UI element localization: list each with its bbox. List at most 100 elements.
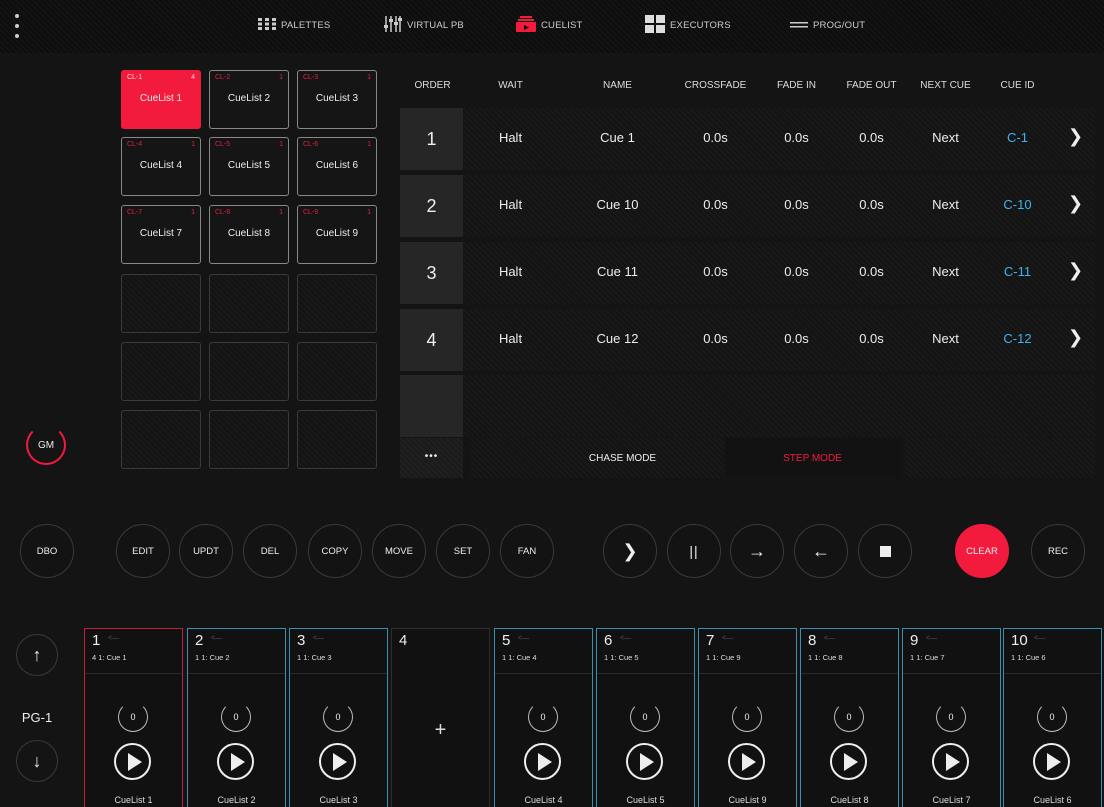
pause-button[interactable]: ||	[667, 524, 721, 578]
go-button[interactable]: ❯	[603, 524, 657, 578]
executor-4[interactable]: 4 +	[391, 628, 490, 807]
cuelist-id: CL-4	[127, 141, 143, 148]
cuelist-count: 1	[367, 209, 371, 216]
cue-row[interactable]: 2 Halt Cue 10 0.0s 0.0s 0.0s Next C-10 ❯	[400, 175, 1095, 237]
chevron-right-icon[interactable]: ❯	[1068, 126, 1083, 147]
chevron-right-icon[interactable]: ❯	[1068, 193, 1083, 214]
menu-icon[interactable]	[14, 14, 20, 38]
executor-level-knob[interactable]: 0	[1037, 702, 1067, 732]
set-button[interactable]: SET	[436, 524, 490, 578]
tab-palettes[interactable]: PALETTES	[258, 14, 330, 36]
executor-header[interactable]: 7 <— 1 1: Cue 9	[699, 629, 796, 673]
executor-level-knob[interactable]: 0	[936, 702, 966, 732]
fan-button[interactable]: FAN	[500, 524, 554, 578]
play-button[interactable]	[830, 743, 867, 780]
executor-header[interactable]: 9 <— 1 1: Cue 7	[903, 629, 1000, 673]
cue-row[interactable]: 3 Halt Cue 11 0.0s 0.0s 0.0s Next C-11 ❯	[400, 242, 1095, 304]
more-button[interactable]: •••	[400, 438, 463, 478]
play-button[interactable]	[217, 743, 254, 780]
executor-10[interactable]: 10 <— 1 1: Cue 6 0 CueList 6	[1003, 628, 1102, 807]
executor-level-knob[interactable]: 0	[528, 702, 558, 732]
cuelist-button-2[interactable]: CL-2 1 CueList 2	[209, 70, 289, 129]
executor-header[interactable]: 3 <— 1 1: Cue 3	[290, 629, 387, 673]
executor-header[interactable]: 10 <— 1 1: Cue 6	[1004, 629, 1101, 673]
chevron-right-icon[interactable]: ❯	[1068, 327, 1083, 348]
record-button[interactable]: REC	[1031, 524, 1085, 578]
clear-button[interactable]: CLEAR	[955, 524, 1009, 578]
executor-5[interactable]: 5 <— 1 1: Cue 4 0 CueList 4	[494, 628, 593, 807]
executor-header[interactable]: 5 <— 1 1: Cue 4	[495, 629, 592, 673]
play-button[interactable]	[932, 743, 969, 780]
executor-2[interactable]: 2 <— 1 1: Cue 2 0 CueList 2	[187, 628, 286, 807]
play-button[interactable]	[319, 743, 356, 780]
executor-7[interactable]: 7 <— 1 1: Cue 9 0 CueList 9	[698, 628, 797, 807]
executor-level-knob[interactable]: 0	[834, 702, 864, 732]
play-button[interactable]	[524, 743, 561, 780]
empty-cuelist-slot[interactable]	[297, 342, 377, 401]
cue-row[interactable]: 1 Halt Cue 1 0.0s 0.0s 0.0s Next C-1 ❯	[400, 108, 1095, 170]
executor-level-knob[interactable]: 0	[118, 702, 148, 732]
play-button[interactable]	[114, 743, 151, 780]
executor-level-knob[interactable]: 0	[323, 702, 353, 732]
chevron-right-icon[interactable]: ❯	[1068, 260, 1083, 281]
copy-button[interactable]: COPY	[308, 524, 362, 578]
cuelist-id: CL-1	[127, 74, 143, 81]
cuelist-button-7[interactable]: CL-7 1 CueList 7	[121, 205, 201, 264]
empty-cuelist-slot[interactable]	[209, 342, 289, 401]
cue-fade-in: 0.0s	[784, 264, 809, 279]
executor-label: CueList 9	[728, 795, 767, 805]
empty-cuelist-slot[interactable]	[209, 410, 289, 469]
executor-header[interactable]: 6 <— 1 1: Cue 5	[597, 629, 694, 673]
empty-cuelist-slot[interactable]	[297, 274, 377, 333]
cuelist-button-8[interactable]: CL-8 1 CueList 8	[209, 205, 289, 264]
executor-level-knob[interactable]: 0	[630, 702, 660, 732]
executor-level-knob[interactable]: 0	[221, 702, 251, 732]
cuelist-button-4[interactable]: CL-4 1 CueList 4	[121, 137, 201, 196]
cuelist-button-5[interactable]: CL-5 1 CueList 5	[209, 137, 289, 196]
stop-button[interactable]	[858, 524, 912, 578]
delete-button[interactable]: DEL	[243, 524, 297, 578]
play-button[interactable]	[1033, 743, 1070, 780]
step-mode-button[interactable]: STEP MODE	[725, 438, 900, 478]
empty-cue-row[interactable]	[400, 375, 1095, 437]
add-icon[interactable]: +	[392, 719, 489, 742]
executor-level-knob[interactable]: 0	[732, 702, 762, 732]
empty-cuelist-slot[interactable]	[121, 342, 201, 401]
tab-executors[interactable]: EXECUTORS	[645, 14, 731, 36]
empty-cuelist-slot[interactable]	[209, 274, 289, 333]
executor-9[interactable]: 9 <— 1 1: Cue 7 0 CueList 7	[902, 628, 1001, 807]
executor-8[interactable]: 8 <— 1 1: Cue 8 0 CueList 8	[800, 628, 899, 807]
cuelist-button-1[interactable]: CL-1 4 CueList 1	[121, 70, 201, 129]
executor-1[interactable]: 1 <— 4 1: Cue 1 0 CueList 1	[84, 628, 183, 807]
page-down-button[interactable]: ↓	[16, 740, 58, 782]
tab-virtual-pb[interactable]: VIRTUAL PB	[384, 14, 464, 36]
tab-cuelist[interactable]: CUELIST	[516, 14, 583, 36]
play-button[interactable]	[626, 743, 663, 780]
clear-label: CLEAR	[966, 545, 998, 557]
cuelist-count: 1	[191, 141, 195, 148]
empty-cuelist-slot[interactable]	[297, 410, 377, 469]
move-button[interactable]: MOVE	[372, 524, 426, 578]
play-button[interactable]	[728, 743, 765, 780]
next-button[interactable]: →	[730, 524, 784, 578]
empty-cuelist-slot[interactable]	[121, 274, 201, 333]
executor-header[interactable]: 8 <— 1 1: Cue 8	[801, 629, 898, 673]
executor-6[interactable]: 6 <— 1 1: Cue 5 0 CueList 5	[596, 628, 695, 807]
copy-label: COPY	[321, 545, 349, 557]
dbo-button[interactable]: DBO	[20, 524, 74, 578]
cuelist-button-6[interactable]: CL-6 1 CueList 6	[297, 137, 377, 196]
cuelist-button-3[interactable]: CL-3 1 CueList 3	[297, 70, 377, 129]
executor-3[interactable]: 3 <— 1 1: Cue 3 0 CueList 3	[289, 628, 388, 807]
page-up-button[interactable]: ↑	[16, 634, 58, 676]
edit-button[interactable]: EDIT	[116, 524, 170, 578]
cuelist-button-9[interactable]: CL-9 1 CueList 9	[297, 205, 377, 264]
tab-prog-out[interactable]: PROG/OUT	[790, 14, 865, 36]
executor-header[interactable]: 4	[392, 629, 489, 673]
grand-master-knob[interactable]: GM	[26, 425, 66, 465]
previous-button[interactable]: ←	[794, 524, 848, 578]
cue-row[interactable]: 4 Halt Cue 12 0.0s 0.0s 0.0s Next C-12 ❯	[400, 309, 1095, 371]
executor-header[interactable]: 2 <— 1 1: Cue 2	[188, 629, 285, 673]
empty-cuelist-slot[interactable]	[121, 410, 201, 469]
update-button[interactable]: UPDT	[179, 524, 233, 578]
executor-header[interactable]: 1 <— 4 1: Cue 1	[85, 629, 182, 673]
